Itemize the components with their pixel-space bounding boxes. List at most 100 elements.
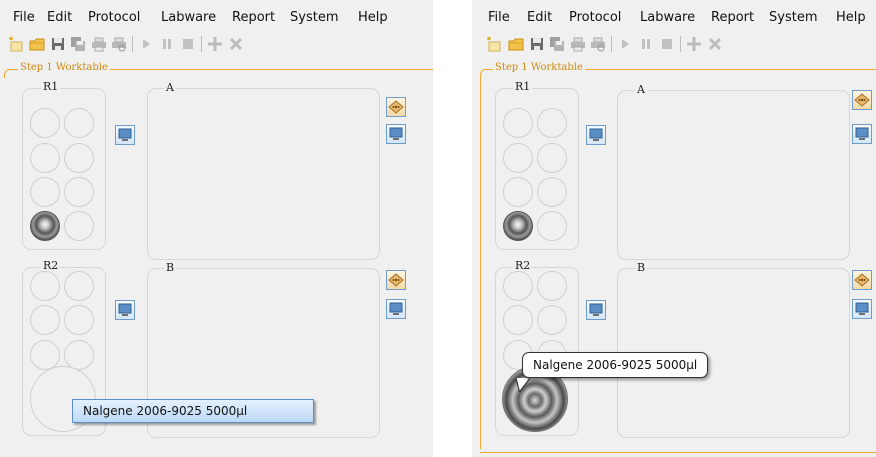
new-protocol-icon[interactable]	[8, 36, 24, 52]
add-icon[interactable]	[686, 36, 702, 52]
monitor-icon	[118, 303, 132, 316]
monitor-icon	[389, 127, 403, 140]
rack-well-filled[interactable]	[503, 211, 533, 241]
rack-well[interactable]	[30, 340, 60, 370]
rack-well[interactable]	[503, 271, 533, 301]
menu-report[interactable]: Report	[232, 10, 275, 25]
rack-well[interactable]	[537, 108, 567, 138]
toolbar-separator	[611, 36, 612, 52]
labware-balloon-tooltip: Nalgene 2006-9025 5000µl	[522, 352, 709, 378]
rack-well[interactable]	[537, 143, 567, 173]
tip-rack-icon	[854, 93, 870, 107]
rack-well[interactable]	[30, 108, 60, 138]
rack-r1-label: R1	[513, 80, 533, 93]
rack-well[interactable]	[64, 305, 94, 335]
open-folder-icon[interactable]	[29, 36, 45, 52]
monitor-icon	[855, 127, 869, 140]
rack-well[interactable]	[30, 271, 60, 301]
labware-config-button[interactable]	[386, 299, 406, 319]
stop-icon[interactable]	[659, 36, 675, 52]
labware-config-button[interactable]	[852, 299, 872, 319]
menu-system[interactable]: System	[769, 10, 817, 25]
plate-b-label: B	[635, 261, 648, 274]
save-as-icon[interactable]	[70, 36, 86, 52]
rack-well[interactable]	[503, 305, 533, 335]
monitor-icon	[118, 128, 132, 141]
labware-library-button[interactable]	[386, 97, 406, 117]
labware-config-button[interactable]	[586, 300, 606, 320]
labware-library-button[interactable]	[386, 270, 406, 290]
menu-protocol[interactable]: Protocol	[569, 10, 621, 25]
rack-well[interactable]	[537, 305, 567, 335]
add-icon[interactable]	[207, 36, 223, 52]
tip-rack-icon	[388, 100, 404, 114]
rack-well[interactable]	[64, 108, 94, 138]
labware-config-button[interactable]	[586, 125, 606, 145]
menu-help[interactable]: Help	[358, 10, 388, 25]
labware-config-button[interactable]	[115, 300, 135, 320]
rack-well[interactable]	[503, 177, 533, 207]
rack-well[interactable]	[30, 177, 60, 207]
menu-file[interactable]: File	[488, 10, 510, 25]
menu-help[interactable]: Help	[836, 10, 866, 25]
plate-a[interactable]	[147, 88, 380, 260]
pause-icon[interactable]	[638, 36, 654, 52]
monitor-icon	[589, 303, 603, 316]
stop-icon[interactable]	[180, 36, 196, 52]
step-frame-left-border	[480, 77, 481, 449]
menu-report[interactable]: Report	[711, 10, 754, 25]
toolbar-separator	[132, 36, 133, 52]
pause-icon[interactable]	[159, 36, 175, 52]
rack-well[interactable]	[64, 271, 94, 301]
rack-well-filled[interactable]	[30, 211, 60, 241]
labware-config-button[interactable]	[852, 124, 872, 144]
rack-well[interactable]	[503, 143, 533, 173]
rack-well[interactable]	[537, 271, 567, 301]
tip-rack-icon	[388, 273, 404, 287]
labware-config-button[interactable]	[386, 124, 406, 144]
rack-well[interactable]	[64, 211, 94, 241]
rack-well[interactable]	[503, 108, 533, 138]
menu-system[interactable]: System	[290, 10, 338, 25]
print-icon[interactable]	[91, 36, 107, 52]
plate-a-label: A	[164, 81, 176, 94]
remove-icon[interactable]	[707, 36, 723, 52]
step-worktable-label: Step 1 Worktable	[18, 62, 110, 73]
menu-protocol[interactable]: Protocol	[88, 10, 140, 25]
save-as-icon[interactable]	[549, 36, 565, 52]
menu-edit[interactable]: Edit	[527, 10, 552, 25]
save-icon[interactable]	[529, 36, 545, 52]
run-icon[interactable]	[617, 36, 633, 52]
menu-file[interactable]: File	[13, 10, 35, 25]
monitor-icon	[855, 302, 869, 315]
rack-well[interactable]	[30, 305, 60, 335]
plate-a-label: A	[635, 83, 647, 96]
save-icon[interactable]	[50, 36, 66, 52]
monitor-icon	[589, 128, 603, 141]
tooltip-tail	[516, 378, 530, 392]
print-preview-icon[interactable]	[590, 36, 606, 52]
labware-library-button[interactable]	[852, 90, 872, 110]
open-folder-icon[interactable]	[508, 36, 524, 52]
rack-well[interactable]	[64, 177, 94, 207]
rack-well[interactable]	[64, 143, 94, 173]
menu-labware[interactable]: Labware	[640, 10, 695, 25]
step-frame-bottom-border	[480, 452, 876, 453]
right-screenshot-panel: File Edit Protocol Labware Report System…	[472, 0, 876, 457]
rack-well[interactable]	[537, 211, 567, 241]
run-icon[interactable]	[138, 36, 154, 52]
labware-config-button[interactable]	[115, 125, 135, 145]
toolbar-separator	[201, 36, 202, 52]
print-icon[interactable]	[570, 36, 586, 52]
menu-labware[interactable]: Labware	[161, 10, 216, 25]
step-worktable-label: Step 1 Worktable	[493, 62, 585, 73]
plate-a[interactable]	[617, 90, 850, 260]
print-preview-icon[interactable]	[111, 36, 127, 52]
labware-library-button[interactable]	[852, 270, 872, 290]
plate-b-label: B	[164, 261, 177, 274]
menu-edit[interactable]: Edit	[47, 10, 72, 25]
rack-well[interactable]	[30, 143, 60, 173]
new-protocol-icon[interactable]	[486, 36, 502, 52]
rack-well[interactable]	[537, 177, 567, 207]
remove-icon[interactable]	[228, 36, 244, 52]
